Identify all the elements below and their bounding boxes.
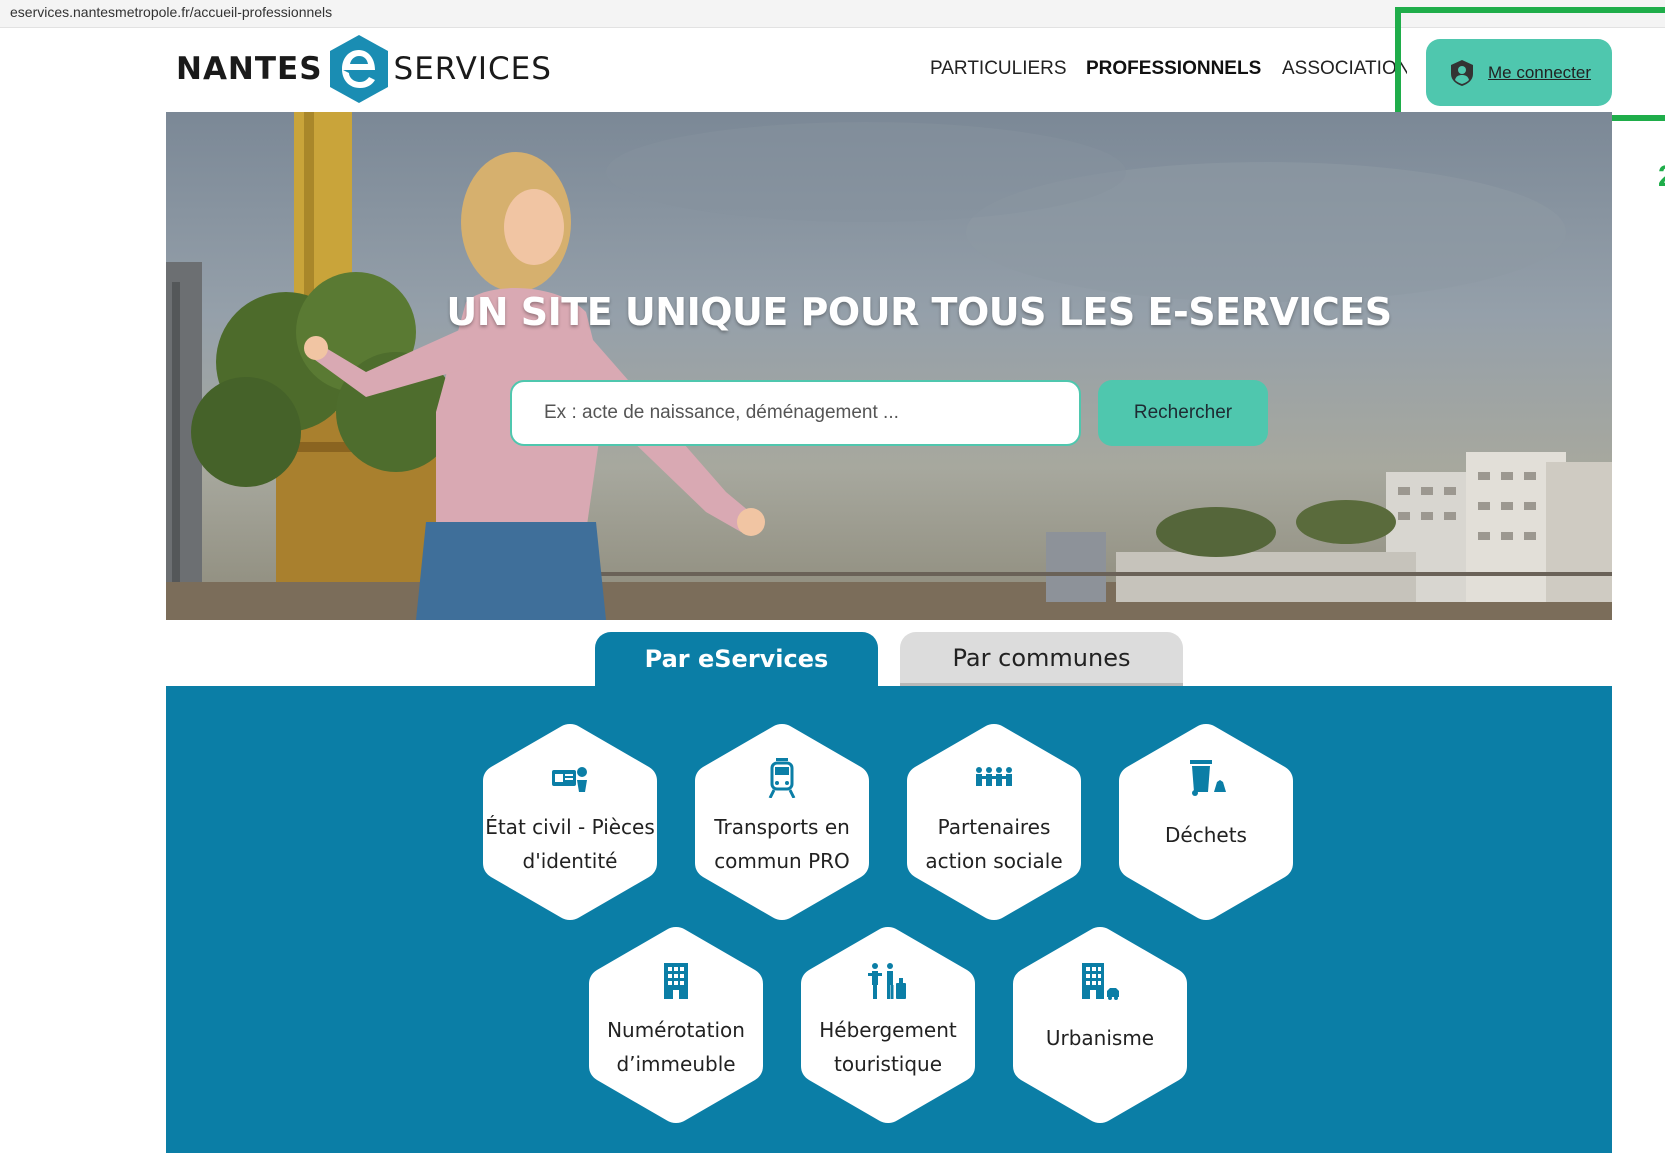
tab-par-communes[interactable]: Par communes (900, 632, 1183, 686)
tram-icon (768, 758, 796, 798)
service-label: Transports en commun PRO (714, 815, 850, 873)
logo-text-right: SERVICES (393, 51, 552, 87)
logo-text-left: NANTES (176, 51, 323, 87)
tab-par-eservices[interactable]: Par eServices (595, 632, 878, 686)
login-label: Me connecter (1488, 62, 1591, 82)
id-card-icon (552, 767, 587, 792)
logo-e-emblem-icon (326, 33, 392, 105)
building-icon (664, 963, 688, 999)
service-numerotation-immeuble[interactable]: Numérotation d’immeuble (585, 923, 767, 1127)
search-input[interactable] (510, 380, 1081, 446)
service-etat-civil[interactable]: État civil - Pièces d'identité (479, 720, 661, 924)
browser-address-bar[interactable]: eservices.nantesmetropole.fr/accueil-pro… (0, 0, 1665, 28)
user-shield-icon (1451, 59, 1473, 86)
service-label: Numérotation d’immeuble (607, 1018, 745, 1076)
service-hebergement-touristique[interactable]: Hébergement touristique (797, 923, 979, 1127)
service-transports[interactable]: Transports en commun PRO (691, 720, 873, 924)
hero-background-image (166, 112, 1612, 620)
annotation-edge-mark: 2 (1658, 160, 1665, 200)
hero-title: UN SITE UNIQUE POUR TOUS LES E-SERVICES (446, 290, 1392, 334)
service-urbanisme[interactable]: Urbanisme (1009, 923, 1191, 1127)
service-label: État civil - Pièces d'identité (485, 815, 655, 873)
service-dechets[interactable]: Déchets (1115, 720, 1297, 924)
people-group-icon (976, 767, 1012, 786)
url-text[interactable]: eservices.nantesmetropole.fr/accueil-pro… (10, 4, 332, 20)
nav-particuliers[interactable]: PARTICULIERS (930, 58, 1067, 80)
service-label: Partenaires action sociale (925, 815, 1063, 873)
city-planning-icon (1082, 963, 1119, 1000)
hero-banner: UN SITE UNIQUE POUR TOUS LES E-SERVICES … (166, 112, 1612, 620)
service-label: Hébergement touristique (819, 1018, 957, 1076)
site-header: NANTES SERVICES PARTICULIERS PROFESSIONN… (0, 28, 1665, 112)
service-label: Déchets (1165, 823, 1247, 847)
service-partenaires-action-sociale[interactable]: Partenaires action sociale (903, 720, 1085, 924)
search-button[interactable]: Rechercher (1098, 380, 1268, 446)
nantes-eservices-logo[interactable]: NANTES SERVICES (176, 34, 552, 104)
traveler-luggage-icon (868, 963, 906, 999)
service-label: Urbanisme (1045, 1026, 1155, 1050)
services-panel: État civil - Pièces d'identité Transport… (166, 686, 1612, 1153)
trash-bin-icon (1190, 760, 1226, 796)
nav-professionnels[interactable]: PROFESSIONNELS (1086, 58, 1261, 80)
nav-associations[interactable]: ASSOCIATIONS (1282, 58, 1407, 80)
login-button[interactable]: Me connecter (1426, 39, 1612, 106)
